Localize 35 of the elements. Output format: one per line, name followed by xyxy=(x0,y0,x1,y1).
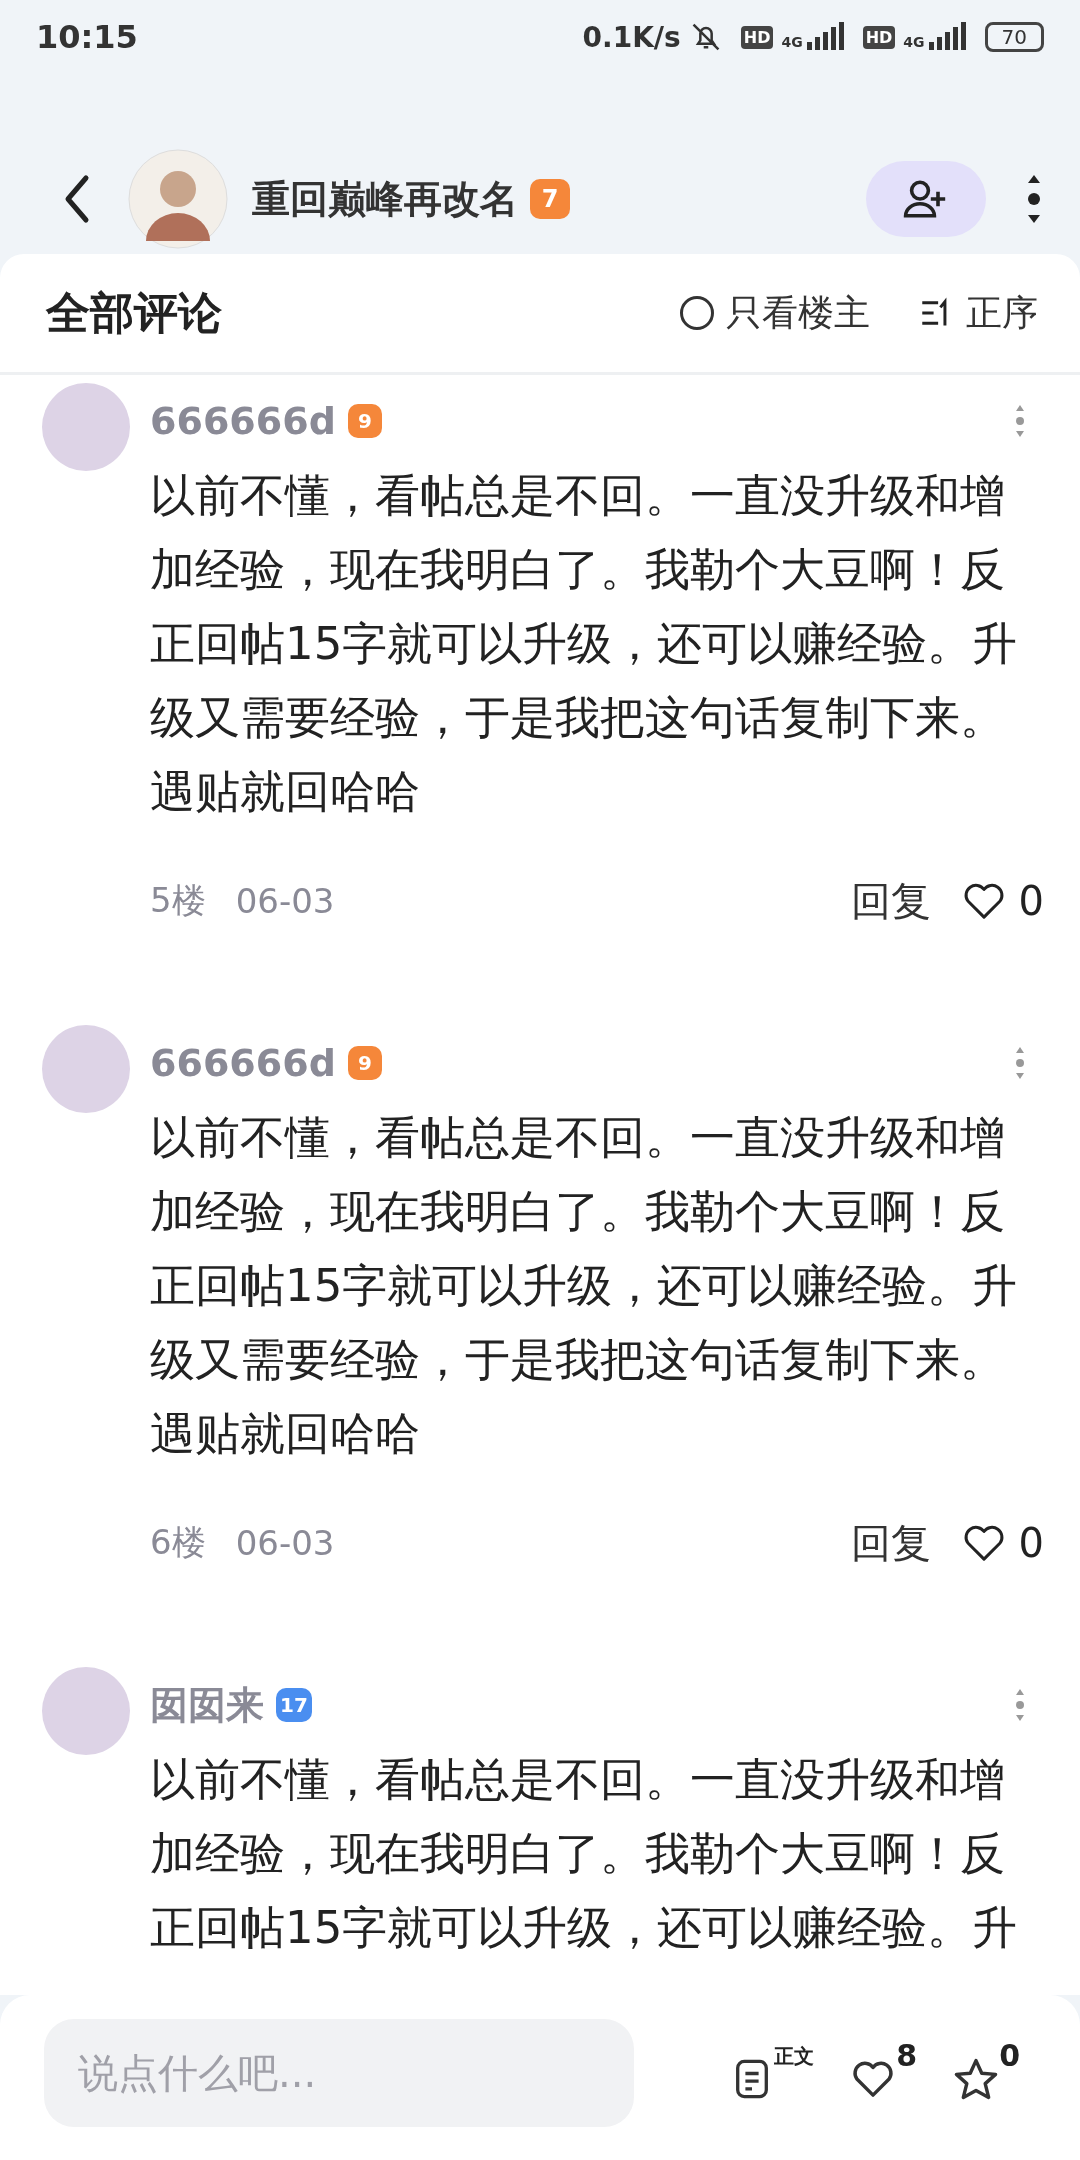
document-label: 正文 xyxy=(774,2042,815,2070)
floor-number: 5楼 xyxy=(150,879,206,922)
like-count: 0 xyxy=(1018,1520,1044,1566)
sort-label[interactable]: 正序 xyxy=(966,288,1038,338)
star-count: 0 xyxy=(999,2037,1020,2073)
level-badge: 17 xyxy=(276,1688,312,1722)
network-speed: 0.1K/s xyxy=(582,20,681,54)
comment-date: 06-03 xyxy=(235,881,335,921)
network-type: 4G xyxy=(903,34,925,50)
reply-link[interactable]: 回复 xyxy=(850,873,931,929)
level-badge: 9 xyxy=(347,1046,382,1080)
like-count: 8 xyxy=(896,2037,918,2073)
comment-text: 以前不懂，看帖总是不回。一直没升级和增加经验，现在我明白了。我勒个大豆啊！反正回帖15字就可以升级，还可以赚经验。升级又需要经验，于是我把这句话复制下来。遇贴就回哈哈 xyxy=(150,1110,1019,1462)
level-badge: 9 xyxy=(347,404,382,438)
only-op-label[interactable]: 只看楼主 xyxy=(726,288,870,338)
network-type: 4G xyxy=(781,34,803,50)
battery-level: 70 xyxy=(984,22,1044,52)
comment-date: 06-03 xyxy=(235,1523,335,1563)
comments-title: 全部评论 xyxy=(46,285,222,340)
radio-button[interactable] xyxy=(680,296,714,330)
floor-number: 6楼 xyxy=(150,1521,206,1564)
level-badge: 7 xyxy=(530,179,570,219)
comment-input[interactable]: 说点什么吧... xyxy=(44,2018,635,2127)
comment-text: 以前不懂，看帖总是不回。一直没升级和增加经验，现在我明白了。我勒个大豆啊！反正回帖15字就可以升级，还可以赚经验。升 xyxy=(150,1752,1019,1956)
signal-icon xyxy=(926,22,967,52)
reply-link[interactable]: 回复 xyxy=(850,1515,931,1571)
username: 重回巅峰再改名 xyxy=(252,175,518,223)
only-op-toggle[interactable]: 只看楼主 xyxy=(680,288,870,338)
avatar[interactable] xyxy=(128,149,228,249)
hd-label: HD xyxy=(862,25,896,49)
signal-icon xyxy=(804,22,845,52)
status-time: 10:15 xyxy=(36,18,138,56)
like-count: 0 xyxy=(1018,878,1044,924)
hd-label: HD xyxy=(740,25,774,49)
comment-text: 以前不懂，看帖总是不回。一直没升级和增加经验，现在我明白了。我勒个大豆啊！反正回帖15字就可以升级，还可以赚经验。升级又需要经验，于是我把这句话复制下来。遇贴就回哈哈 xyxy=(150,468,1019,820)
